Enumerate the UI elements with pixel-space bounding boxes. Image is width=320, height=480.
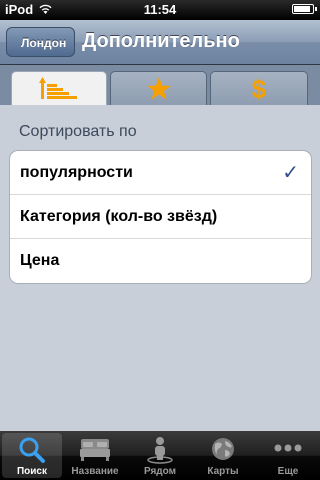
svg-text:$: $	[252, 75, 267, 103]
tab-label: Карты	[207, 466, 239, 477]
tab-label: Рядом	[143, 466, 177, 477]
sort-option-label: популярности	[20, 164, 133, 181]
sort-option-label: Цена	[20, 252, 60, 269]
sort-option-label: Категория (кол-во звёзд)	[20, 208, 218, 225]
back-button[interactable]: Лондон	[6, 27, 76, 57]
tab-label: Еще	[277, 466, 299, 477]
globe-icon	[212, 438, 234, 460]
section-header: Сортировать по	[19, 123, 137, 140]
tab-maps[interactable]: Карты	[193, 433, 253, 478]
dollar-icon: $	[252, 75, 267, 103]
battery-icon	[292, 4, 317, 14]
clock: 11:54	[143, 2, 177, 17]
status-bar: iPod 11:54	[0, 0, 320, 20]
navigation-bar: Лондон Дополнительно	[0, 20, 320, 65]
page-title: Дополнительно	[82, 30, 240, 52]
tab-more[interactable]: Еще	[258, 433, 318, 478]
tab-bar: Поиск Название Рядом Карты Еще	[0, 431, 320, 480]
sort-bars-icon	[39, 76, 77, 99]
segment-price[interactable]: $	[210, 71, 308, 105]
tab-label: Название	[71, 466, 119, 477]
battery-fill	[294, 6, 311, 12]
sort-options-group: популярности ✓ Категория (кол-во звёзд) …	[9, 150, 312, 284]
back-button-label: Лондон	[21, 36, 67, 50]
sort-option-popularity[interactable]: популярности ✓	[10, 151, 311, 195]
tab-label: Поиск	[16, 466, 47, 477]
sort-option-price[interactable]: Цена	[10, 239, 311, 283]
segment-sort[interactable]	[11, 71, 107, 105]
sort-settings: Сортировать по популярности ✓ Категория …	[0, 105, 320, 430]
bed-icon	[80, 439, 110, 461]
tab-name[interactable]: Название	[65, 433, 125, 478]
person-nearby-icon	[147, 437, 173, 464]
tab-search[interactable]: Поиск	[2, 433, 62, 478]
segment-stars[interactable]	[110, 71, 207, 105]
sort-option-category[interactable]: Категория (кол-во звёзд)	[10, 195, 311, 239]
more-icon	[274, 444, 302, 452]
search-icon	[19, 437, 45, 463]
checkmark-icon: ✓	[282, 162, 299, 184]
segment-bar: $	[0, 65, 320, 105]
tab-nearby[interactable]: Рядом	[130, 433, 190, 478]
star-icon	[146, 76, 171, 100]
